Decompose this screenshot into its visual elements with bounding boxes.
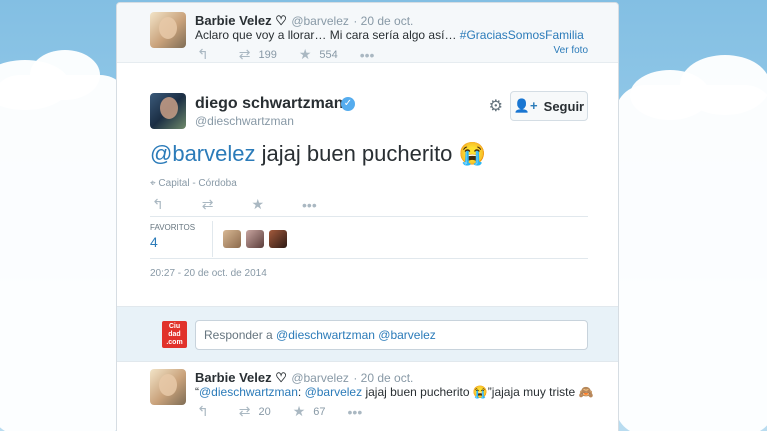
main-tweet-body: jajaj buen pucherito 😭: [255, 141, 486, 166]
avatar[interactable]: [223, 230, 241, 248]
author-handle[interactable]: @barvelez: [291, 371, 349, 385]
location[interactable]: ⌖ Capital - Córdoba: [150, 178, 237, 189]
see-photo-link[interactable]: Ver foto: [554, 45, 588, 56]
mention-link[interactable]: @barvelez: [305, 385, 363, 399]
divider: [212, 221, 213, 257]
divider: [150, 216, 588, 217]
location-icon: ⌖: [150, 178, 156, 189]
avatar[interactable]: [150, 369, 186, 405]
author-handle[interactable]: @dieschwartzman: [195, 114, 294, 128]
tweet-actions: ↰ ⇄ 20 ★ 67 •••: [197, 403, 392, 420]
retweet-button[interactable]: ⇄: [202, 196, 222, 213]
favorites-stat[interactable]: FAVORITOS 4: [150, 223, 195, 250]
tweet-text: Aclaro que voy a llorar… Mi cara sería a…: [195, 28, 584, 42]
more-icon: •••: [347, 403, 363, 420]
reply-button[interactable]: ↰: [197, 403, 217, 420]
more-icon: •••: [302, 196, 317, 213]
avatar[interactable]: [246, 230, 264, 248]
follow-label: Seguir: [543, 98, 585, 114]
tweet-panel: Barbie Velez ♡ @barvelez · 20 de oct. Ac…: [116, 2, 619, 431]
retweet-icon: ⇄: [238, 403, 251, 419]
favorites-count: 4: [150, 234, 158, 250]
cloud: [0, 75, 130, 431]
favorites-label: FAVORITOS: [150, 223, 196, 232]
retweet-count: 199: [258, 48, 277, 61]
cloud: [615, 85, 767, 431]
favorite-button[interactable]: ★ 67: [293, 403, 326, 420]
mention-link[interactable]: @barvelez: [150, 141, 256, 166]
more-button[interactable]: •••: [302, 197, 325, 213]
author-handle[interactable]: @barvelez: [291, 14, 349, 28]
verified-icon: ✓: [341, 97, 355, 111]
tweet-time[interactable]: · 20 de oct.: [353, 371, 413, 385]
reply-button[interactable]: ↰: [152, 196, 172, 213]
favorite-count: 554: [319, 48, 338, 61]
retweet-icon: ⇄: [238, 46, 251, 62]
tweet-actions: ↰ ⇄ ★ •••: [152, 196, 347, 213]
tweet-text-body: Aclaro que voy a llorar… Mi cara sería a…: [195, 28, 460, 42]
location-label: Capital - Córdoba: [158, 178, 237, 189]
more-icon: •••: [359, 46, 375, 63]
reply-area: Ciu dad .com Responder a @dieschwartzman @…: [117, 306, 618, 362]
favorite-icon: ★: [251, 196, 265, 212]
tweet-time[interactable]: · 20 de oct.: [353, 14, 413, 28]
ciudad-logo: Ciu dad .com: [162, 321, 187, 348]
retweet-count: 20: [258, 405, 271, 418]
follow-icon: 👤+: [513, 98, 538, 113]
reply-mentions: @dieschwartzman @barvelez: [276, 328, 436, 342]
reply-icon: ↰: [197, 403, 209, 419]
avatar[interactable]: [150, 93, 186, 129]
retweet-button[interactable]: ⇄ 199: [239, 46, 277, 63]
favorite-icon: ★: [298, 46, 312, 62]
tweet-actions: ↰ ⇄ 199 ★ 554 •••: [197, 46, 404, 63]
follow-button[interactable]: 👤+ Seguir: [510, 91, 588, 121]
retweet-button[interactable]: ⇄ 20: [239, 403, 271, 420]
more-button[interactable]: •••: [360, 47, 383, 63]
favorite-button[interactable]: ★ 554: [299, 46, 338, 63]
favorite-count: 67: [313, 405, 326, 418]
avatar[interactable]: [150, 12, 186, 48]
favorite-icon: ★: [292, 403, 306, 419]
reply-icon: ↰: [197, 46, 209, 62]
tweet-timestamp[interactable]: 20:27 - 20 de oct. de 2014: [150, 268, 267, 279]
favoriters-avatars: [223, 230, 292, 248]
author-name[interactable]: diego schwartzman: [195, 95, 343, 113]
colon: :: [297, 385, 305, 399]
reply-icon: ↰: [152, 196, 164, 212]
author-name[interactable]: Barbie Velez ♡: [195, 13, 287, 28]
divider: [150, 258, 588, 259]
avatar[interactable]: [269, 230, 287, 248]
favorite-button[interactable]: ★: [251, 196, 272, 213]
retweet-icon: ⇄: [201, 196, 214, 212]
reply-input[interactable]: Responder a @dieschwartzman @barvelez: [195, 320, 588, 350]
hashtag-link[interactable]: #GraciasSomosFamilia: [460, 28, 584, 42]
gear-icon[interactable]: ⚙: [489, 96, 503, 116]
tweet-item[interactable]: Barbie Velez ♡ @barvelez · 20 de oct. Ac…: [117, 3, 618, 63]
mention-link[interactable]: @dieschwartzman: [199, 385, 298, 399]
tweet-text-body: jajaj buen pucherito 😭”jajaja muy triste…: [362, 385, 594, 399]
reply-placeholder: Responder a: [204, 328, 277, 342]
author-name[interactable]: Barbie Velez ♡: [195, 370, 287, 385]
main-tweet-text: @barvelez jajaj buen pucherito 😭: [150, 141, 486, 167]
reply-button[interactable]: ↰: [197, 46, 217, 63]
tweet-text: “@dieschwartzman: @barvelez jajaj buen p…: [195, 385, 593, 399]
more-button[interactable]: •••: [348, 404, 371, 420]
